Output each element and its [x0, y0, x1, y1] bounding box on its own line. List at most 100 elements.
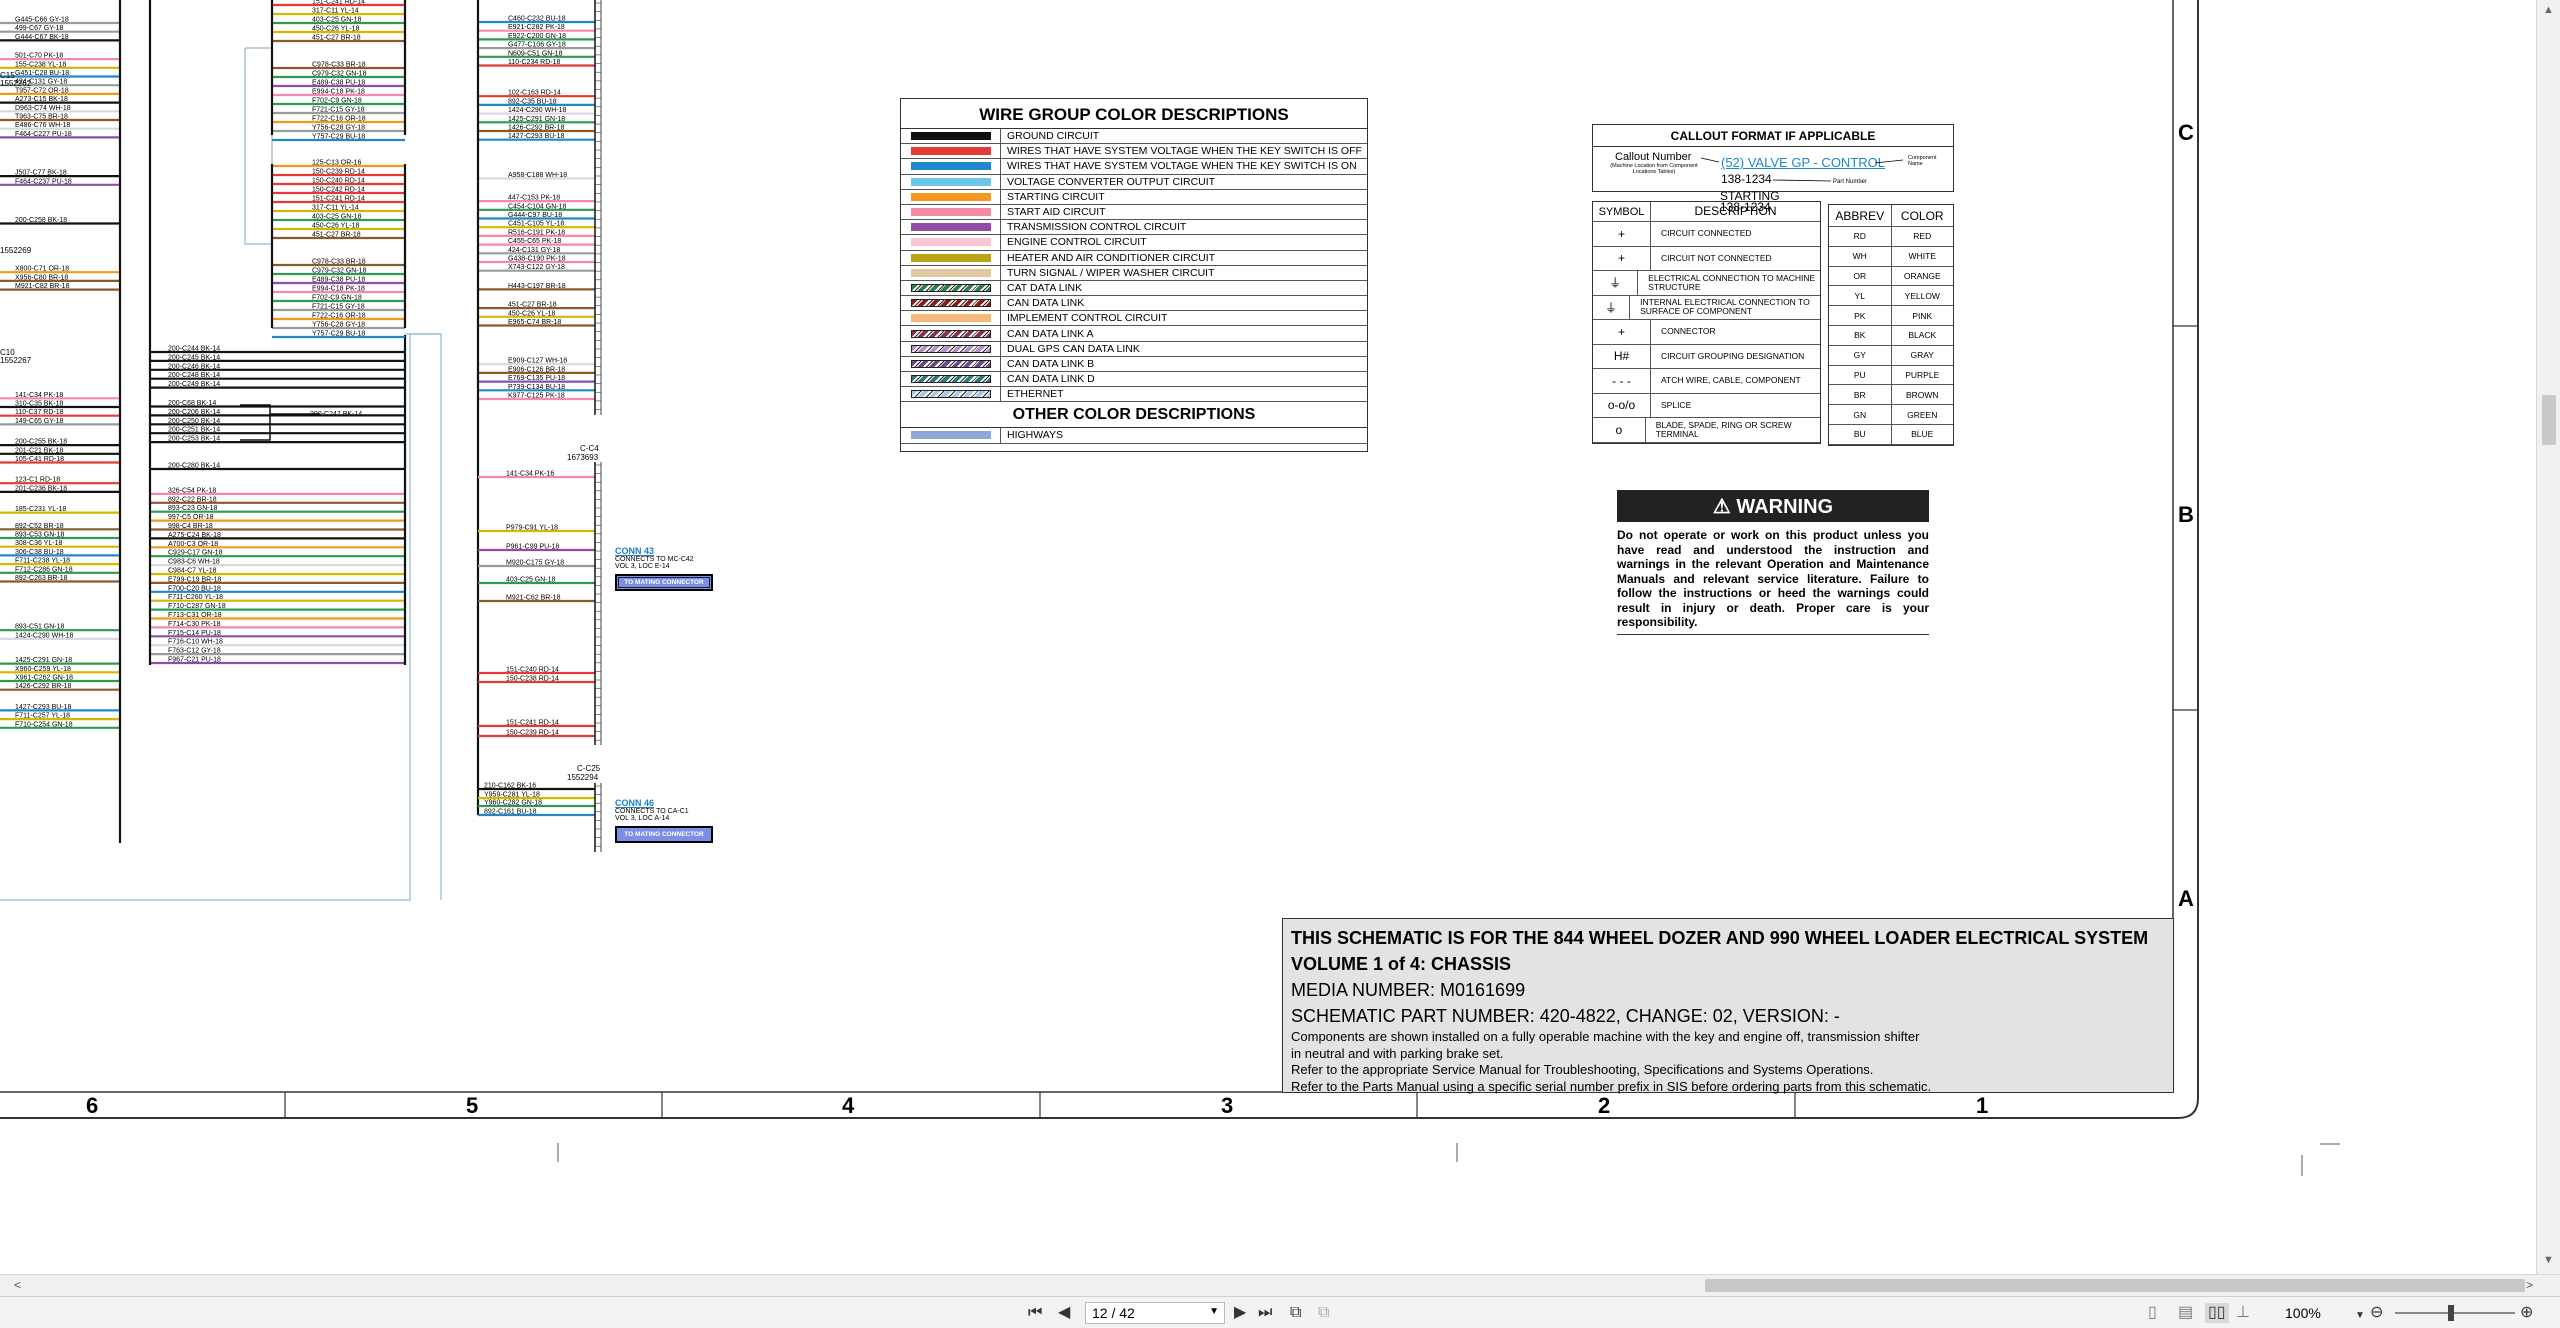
- wire-label: 150-C242 RD-14: [312, 187, 365, 194]
- zoom-slider-handle[interactable]: [2448, 1305, 2454, 1321]
- wire-label: C979-C32 GN-18: [312, 71, 367, 78]
- chassis-ground-icon: ⏚: [1593, 271, 1639, 295]
- symbol-description: BLADE, SPADE, RING OR SCREW TERMINAL: [1655, 419, 1792, 439]
- wire-label: 151-C241 RD-14: [506, 720, 559, 727]
- wire-label: E489-C38 PU-18: [312, 277, 365, 284]
- grouping-icon: H#: [1593, 344, 1651, 368]
- wire-label: G445-C66 GY-18: [15, 17, 69, 24]
- zoom-in-icon[interactable]: ⊕: [2520, 1303, 2533, 1323]
- wire-label: 110-C37 RD-18: [15, 409, 64, 416]
- wire-label: M921-C82 BR-18: [15, 283, 70, 290]
- callout-format-title: CALLOUT FORMAT IF APPLICABLE: [1592, 124, 1954, 147]
- vertical-scrollbar[interactable]: ▲ ▼: [2536, 0, 2560, 1274]
- symbol-row: o BLADE, SPADE, RING OR SCREW TERMINAL: [1593, 418, 1820, 443]
- chevron-down-icon[interactable]: ▼: [1209, 1306, 1219, 1317]
- zoom-slider[interactable]: [2395, 1312, 2515, 1314]
- conn-43-link[interactable]: CONN 43: [615, 546, 715, 556]
- symbol-table: SYMBOL DESCRIPTION + CIRCUIT CONNECTED + CI…: [1592, 201, 1821, 444]
- wire-label: K977-C125 PK-18: [508, 393, 565, 400]
- color-header: COLOR: [1900, 208, 1944, 223]
- two-page-view-icon[interactable]: ▯▯: [2205, 1303, 2229, 1323]
- wire-legend-label: HIGHWAYS: [1007, 429, 1064, 442]
- wire-label: C929-C17 GN-18: [168, 550, 223, 557]
- abbrev-row: BK BLACK: [1829, 325, 1953, 346]
- document-viewport[interactable]: G445-C66 GY-18 499-C67 GY-18 G444-C67 BK-1…: [0, 0, 2536, 1274]
- wire-label: 200-C251 BK-14: [168, 427, 220, 434]
- conn-46-mating-button[interactable]: TO MATING CONNECTOR: [615, 826, 713, 843]
- scroll-down-icon[interactable]: ▼: [2543, 1254, 2554, 1266]
- wire-label: 151-C241 RD-14: [312, 196, 365, 203]
- abbrev-code: BR: [1829, 385, 1892, 405]
- symbol-description: SPLICE: [1661, 399, 1692, 410]
- zoom-out-icon[interactable]: ⊖: [2370, 1303, 2383, 1323]
- last-page-icon[interactable]: ⏭: [1258, 1303, 1272, 1323]
- conn-46-link[interactable]: CONN 46: [615, 798, 715, 808]
- wire-legend-row: TURN SIGNAL / WIPER WASHER CIRCUIT: [901, 265, 1367, 281]
- wire-label: P739-C134 BU-18: [508, 384, 565, 391]
- horizontal-scrollbar[interactable]: < >: [0, 1274, 2560, 1296]
- wire-color-bar: [910, 208, 991, 217]
- conn-46-line2: VOL 3, LOC A-14: [615, 815, 670, 822]
- viewer-toolbar: ⏮ ◀ 12 / 42 ▼ ▶ ⏭ ⧉ ⧉ ▯ ▤ ▯▯ ⊥ 100% ▼ ⊖ …: [0, 1296, 2560, 1328]
- wire-color-bar: [910, 223, 991, 232]
- wire-label: H443-C197 BR-18: [508, 283, 566, 290]
- wire-label: F464-C227 PU-18: [15, 131, 72, 138]
- terminal-icon: o: [1593, 418, 1646, 442]
- wire-label: 141-C34 PK-16: [506, 471, 554, 478]
- wire-label: E922-C200 GN-18: [508, 33, 566, 40]
- abbrev-color-name: GRAY: [1910, 350, 1934, 361]
- split-view-icon[interactable]: ⊥: [2236, 1303, 2250, 1323]
- wire-legend-label: WIRES THAT HAVE SYSTEM VOLTAGE WHEN THE …: [1007, 160, 1357, 173]
- wire-label: 1427-C293 BU-18: [15, 704, 72, 711]
- page-selector[interactable]: 12 / 42 ▼: [1085, 1302, 1225, 1324]
- wire-label: 892-C263 BR-18: [15, 575, 68, 582]
- wire-swatch: [901, 144, 1001, 159]
- wire-legend-label: CAN DATA LINK B: [1007, 357, 1095, 370]
- zoom-level[interactable]: 100%: [2285, 1305, 2321, 1321]
- wire-label: 450-C26 YL-18: [312, 223, 359, 230]
- copy-pages-icon[interactable]: ⧉: [1290, 1303, 1301, 1323]
- continuous-view-icon[interactable]: ▤: [2178, 1303, 2193, 1323]
- symbol-description: ELECTRICAL CONNECTION TO MACHINE STRUCTU…: [1648, 272, 1816, 292]
- wire-label: 200-C245 BK-14: [168, 354, 220, 361]
- vertical-scroll-thumb[interactable]: [2542, 395, 2556, 445]
- first-page-icon[interactable]: ⏮: [1028, 1303, 1042, 1323]
- wire-legend-label: CAN DATA LINK D: [1007, 373, 1095, 386]
- wire-label: 200-C244 BK-14: [168, 346, 220, 353]
- wire-label: 310-C35 BK-18: [15, 401, 63, 408]
- abbrev-table-header: ABBREV COLOR: [1829, 205, 1953, 227]
- wire-legend-label: IMPLEMENT CONTROL CIRCUIT: [1007, 312, 1168, 325]
- single-page-view-icon[interactable]: ▯: [2148, 1303, 2157, 1323]
- wire-swatch: [901, 280, 1001, 296]
- wire-label: E489-C38 PU-18: [312, 80, 365, 87]
- wire-label: 125-C13 OR-16: [312, 160, 362, 167]
- wire-label: 317-C11 YL-14: [312, 8, 359, 15]
- abbrev-code: YL: [1829, 286, 1892, 306]
- wire-label: F702-C9 GN-18: [312, 98, 362, 105]
- wire-label: F715-C14 PU-18: [168, 630, 221, 637]
- conn-43-mating-button[interactable]: TO MATING CONNECTOR: [615, 574, 713, 591]
- wire-label: F713-C31 OR-18: [168, 612, 222, 619]
- wire-legend-row: GROUND CIRCUIT: [901, 129, 1367, 145]
- wire-label: C451-C105 YL-18: [508, 221, 564, 228]
- wire-swatch: [901, 265, 1001, 280]
- wire-label: 200-C250 BK-14: [168, 418, 220, 425]
- wire-label: C455-C65 PK-18: [508, 238, 561, 245]
- wire-label: 450-C26 YL-18: [508, 310, 555, 317]
- scroll-left-icon[interactable]: <: [14, 1278, 21, 1292]
- wire-label: Y960-C282 GN-18: [484, 800, 542, 807]
- horizontal-scroll-thumb[interactable]: [1705, 1279, 2525, 1292]
- scroll-up-icon[interactable]: ▲: [2543, 4, 2554, 16]
- left-ref-label: 1552269: [0, 246, 32, 255]
- wire-label: G451-C28 BU-18: [15, 70, 69, 77]
- previous-page-icon[interactable]: ◀: [1058, 1303, 1070, 1323]
- abbrev-row: PU PURPLE: [1829, 365, 1953, 386]
- next-page-icon[interactable]: ▶: [1234, 1303, 1246, 1323]
- zoom-dropdown-icon[interactable]: ▼: [2355, 1306, 2365, 1326]
- wire-label: 326-C54 PK-18: [168, 487, 216, 494]
- wire-label: 1425-C291 GN-18: [15, 657, 72, 664]
- wire-label: 200-C280 BK-14: [168, 463, 220, 470]
- wire-label: 123-C1 RD-18: [15, 477, 60, 484]
- wire-swatch: [901, 250, 1001, 265]
- scroll-right-icon[interactable]: >: [2526, 1278, 2533, 1292]
